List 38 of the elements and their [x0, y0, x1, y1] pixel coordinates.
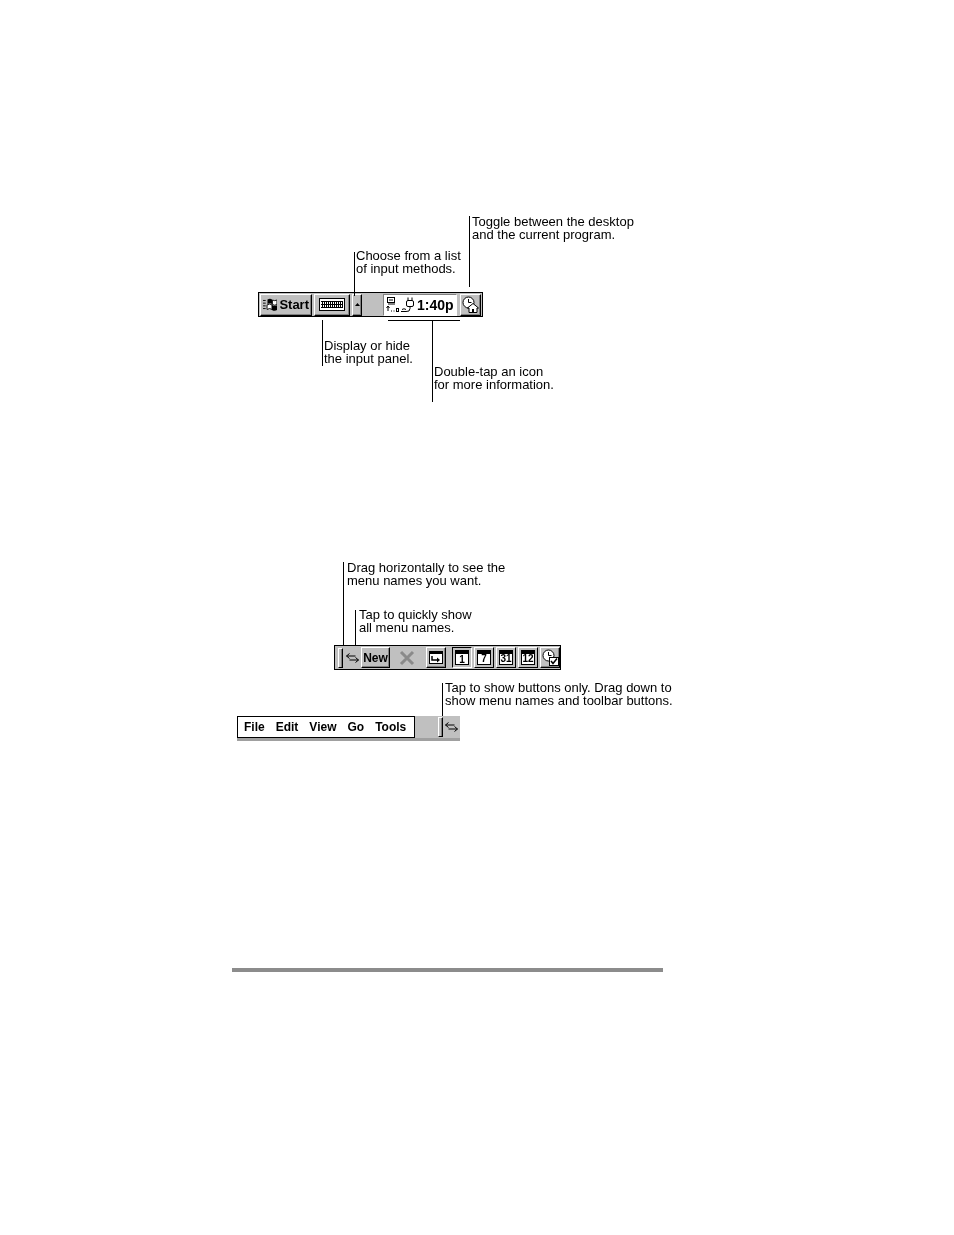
callout-text: Tap to show buttons only. Drag down to show menu names and toolbar buttons. [445, 681, 673, 707]
toolbar-button[interactable] [426, 647, 446, 668]
computer-icon[interactable] [386, 296, 400, 313]
menu-item[interactable]: View [309, 721, 337, 733]
input-method-button[interactable] [352, 293, 362, 316]
callout-text: Drag horizontally to see the menu names you want. [347, 561, 506, 587]
clock-house-icon [462, 296, 479, 313]
menu-item[interactable]: Tools [375, 721, 407, 733]
calendar-button[interactable]: 31 [496, 647, 516, 668]
menu-item[interactable]: Edit [275, 721, 299, 733]
input-panel-button[interactable] [314, 293, 350, 316]
start-button[interactable]: Start [260, 293, 312, 316]
calendar-button[interactable]: 12 [518, 647, 538, 668]
callout-text: Double-tap an icon for more information. [434, 365, 554, 391]
caret-up-icon [354, 303, 360, 306]
desktop-button[interactable] [460, 293, 481, 316]
leader-line [322, 320, 323, 366]
keyboard-icon [319, 298, 345, 311]
grip-handle-icon[interactable] [338, 647, 343, 668]
grip-handle-icon[interactable] [438, 717, 443, 737]
x-mark-icon [399, 649, 415, 666]
callout-text: Toggle between the desktop and the current program. [472, 215, 634, 241]
leader-line [469, 216, 470, 287]
swap-arrows-icon[interactable] [346, 652, 359, 663]
toolbar-button[interactable] [540, 647, 560, 668]
new-button[interactable]: New [361, 647, 390, 668]
callout-text: Tap to quickly show all menu names. [359, 608, 472, 634]
menu-item[interactable]: Go [347, 721, 365, 733]
callout-text: Choose from a list of input methods. [356, 249, 461, 275]
flag-icon [263, 297, 278, 312]
swap-arrows-icon[interactable] [445, 722, 458, 732]
calendar-button[interactable]: 7 [474, 647, 494, 668]
menu-item[interactable]: File [244, 721, 265, 733]
leader-line [442, 683, 443, 716]
calendar-button[interactable]: 1 [452, 647, 472, 668]
plug-icon[interactable] [401, 296, 415, 313]
callout-text: Display or hide the input panel. [324, 339, 413, 365]
clock-time: 1:40p [417, 297, 454, 312]
